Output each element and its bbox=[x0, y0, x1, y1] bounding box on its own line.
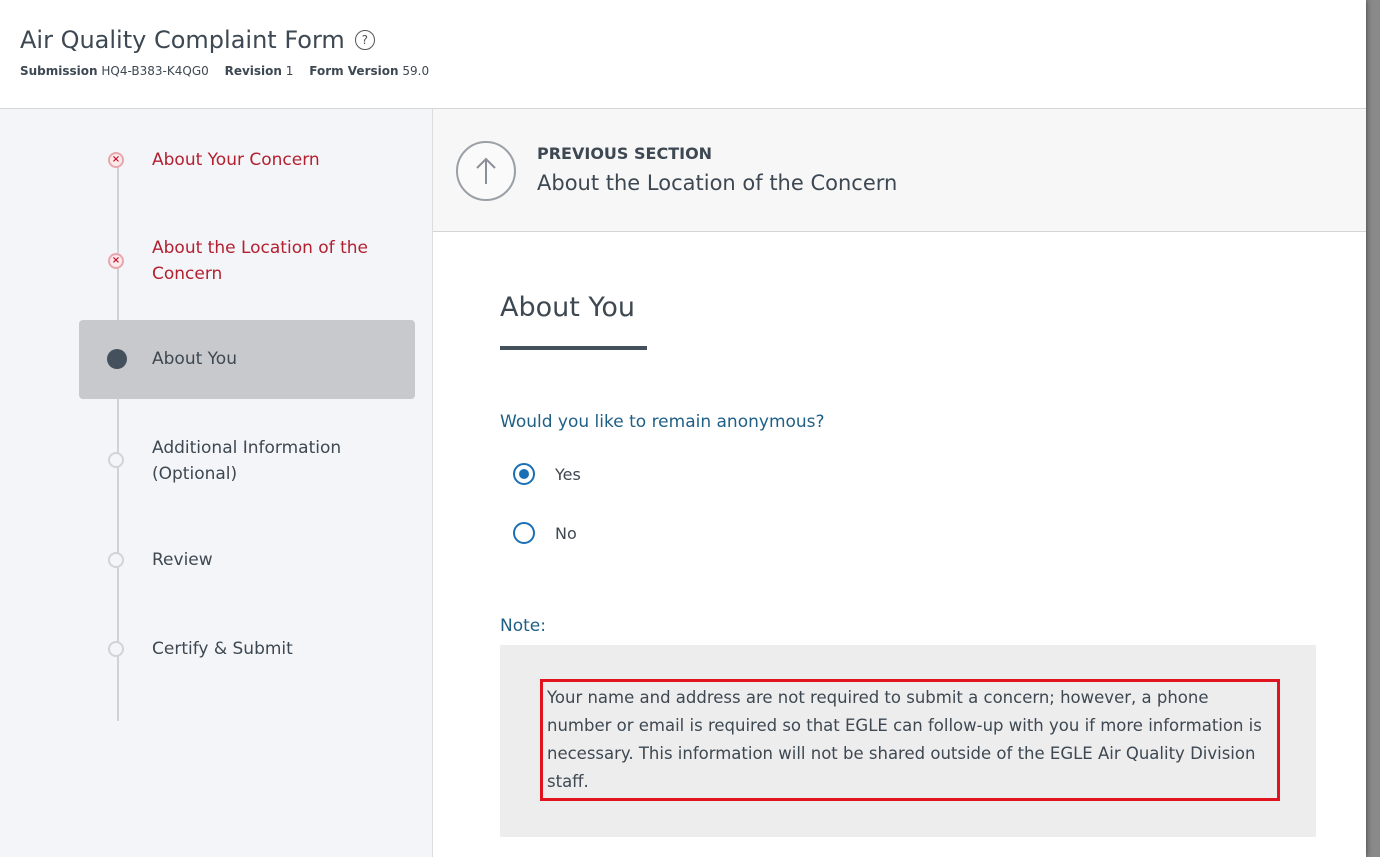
submission-meta: Submission HQ4-B383-K4QG0 Revision 1 For… bbox=[20, 64, 441, 78]
section-title: About You bbox=[500, 292, 635, 323]
pending-step-icon bbox=[108, 641, 124, 657]
note-label: Note: bbox=[500, 616, 546, 636]
current-step-icon bbox=[107, 349, 127, 369]
previous-section-kicker: PREVIOUS SECTION bbox=[537, 144, 713, 163]
sidebar-item-label: About You bbox=[152, 349, 237, 369]
submission-label: Submission bbox=[20, 64, 98, 78]
sidebar-item-label: About Your Concern bbox=[152, 150, 320, 170]
previous-section-title[interactable]: About the Location of the Concern bbox=[537, 171, 897, 195]
radio-option-no[interactable]: No bbox=[513, 522, 577, 544]
error-icon: × bbox=[108, 253, 124, 269]
help-icon[interactable]: ? bbox=[354, 30, 375, 50]
radio-no[interactable] bbox=[513, 522, 535, 544]
pending-step-icon bbox=[108, 552, 124, 568]
sidebar-item-label: About the Location of the Concern bbox=[152, 238, 368, 284]
title-row: Air Quality Complaint Form ? bbox=[20, 26, 375, 54]
radio-option-yes[interactable]: Yes bbox=[513, 463, 581, 485]
sidebar-item-label: Review bbox=[152, 550, 213, 570]
sidebar-item-label: Certify & Submit bbox=[152, 639, 293, 659]
step-connector-line bbox=[117, 161, 119, 721]
step-sidebar: × About Your Concern × About the Locatio… bbox=[0, 109, 433, 857]
note-text: Your name and address are not required t… bbox=[540, 679, 1280, 801]
arrow-up-icon[interactable] bbox=[456, 141, 516, 201]
note-box: Your name and address are not required t… bbox=[500, 645, 1316, 837]
main-content: About You Would you like to remain anony… bbox=[433, 232, 1366, 857]
page-title: Air Quality Complaint Form bbox=[20, 26, 345, 54]
radio-yes[interactable] bbox=[513, 463, 535, 485]
sidebar-item-active-highlight bbox=[79, 320, 415, 399]
revision-label: Revision bbox=[224, 64, 282, 78]
form-header: Air Quality Complaint Form ? Submission … bbox=[0, 0, 1366, 109]
revision-value: 1 bbox=[285, 64, 294, 78]
title-underline bbox=[500, 346, 647, 350]
radio-yes-label[interactable]: Yes bbox=[555, 465, 581, 484]
sidebar-item-label: Additional Information (Optional) bbox=[152, 438, 342, 484]
error-icon: × bbox=[108, 152, 124, 168]
submission-value: HQ4-B383-K4QG0 bbox=[101, 64, 209, 78]
app-window: Air Quality Complaint Form ? Submission … bbox=[0, 0, 1366, 857]
anonymous-question: Would you like to remain anonymous? bbox=[500, 412, 825, 432]
radio-no-label[interactable]: No bbox=[555, 524, 577, 543]
pending-step-icon bbox=[108, 452, 124, 468]
form-version-label: Form Version bbox=[309, 64, 399, 78]
previous-section-link[interactable]: PREVIOUS SECTION About the Location of t… bbox=[433, 109, 1366, 232]
form-version-value: 59.0 bbox=[402, 64, 430, 78]
